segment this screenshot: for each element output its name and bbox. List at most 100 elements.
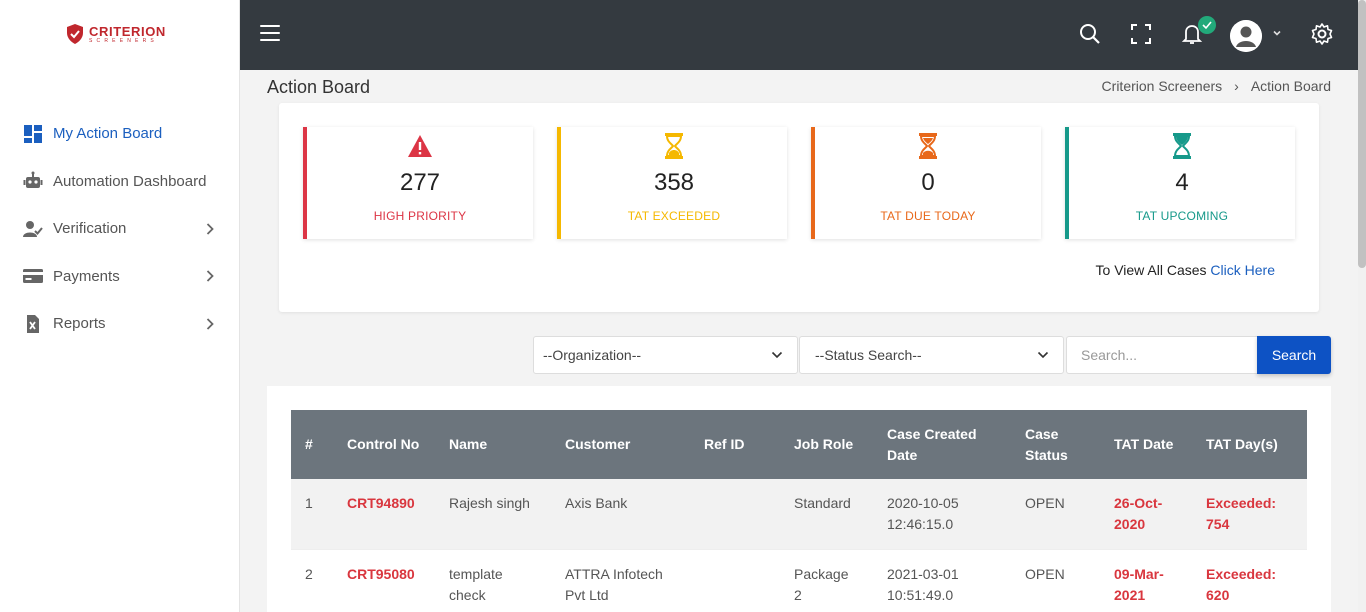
stats-panel: 277 HIGH PRIORITY 358 TAT EXCEEDED 0 TAT…: [279, 103, 1319, 312]
table-header: # Control No Name Customer Ref ID Job Ro…: [291, 410, 1307, 479]
cell-number: 1: [305, 495, 313, 511]
chevron-down-icon: [1037, 351, 1049, 359]
credit-card-icon: [23, 266, 43, 286]
brand-logo[interactable]: CRITERION SCREENERS: [66, 24, 166, 44]
status-select[interactable]: --Status Search--: [799, 336, 1064, 374]
excel-file-icon: [23, 314, 43, 334]
sidebar-item-label: Reports: [53, 315, 106, 333]
organization-select-value: --Organization--: [543, 347, 642, 363]
sidebar: CRITERION SCREENERS My Action Board Auto…: [0, 0, 240, 612]
avatar[interactable]: [1230, 20, 1262, 52]
cell-job-role: Package 2: [794, 565, 849, 603]
brand-tagline: SCREENERS: [89, 37, 158, 44]
stat-label: TAT UPCOMING: [1135, 209, 1229, 223]
stat-label: HIGH PRIORITY: [373, 209, 467, 223]
sidebar-item-label: My Action Board: [53, 125, 163, 143]
table-row[interactable]: 2 CRT95080 template check ATTRA Infotech…: [291, 549, 1307, 612]
column-header-control-no[interactable]: Control No: [333, 410, 435, 479]
shield-icon: [67, 24, 83, 44]
scrollbar[interactable]: [1358, 0, 1366, 612]
column-header-customer[interactable]: Customer: [551, 410, 690, 479]
user-check-icon: [23, 219, 43, 239]
breadcrumb: Criterion Screeners › Action Board: [1102, 78, 1331, 94]
breadcrumb-separator: ›: [1234, 78, 1239, 94]
breadcrumb-current: Action Board: [1250, 78, 1331, 94]
breadcrumb-parent[interactable]: Criterion Screeners: [1102, 78, 1223, 94]
stat-value: 0: [921, 169, 935, 196]
organization-select[interactable]: --Organization--: [533, 336, 798, 374]
sidebar-item-reports[interactable]: Reports: [0, 300, 240, 348]
column-header-ref-id[interactable]: Ref ID: [690, 410, 780, 479]
table-row[interactable]: 1 CRT94890 Rajesh singh Axis Bank Standa…: [291, 479, 1307, 549]
dashboard-grid-icon: [23, 124, 43, 144]
sidebar-item-payments[interactable]: Payments: [0, 253, 240, 301]
fullscreen-icon[interactable]: [1129, 22, 1153, 46]
chevron-right-icon: [200, 318, 220, 330]
stat-card-tat-due-today[interactable]: 0 TAT DUE TODAY: [811, 127, 1041, 239]
status-select-value: --Status Search--: [815, 347, 922, 363]
cases-table: # Control No Name Customer Ref ID Job Ro…: [291, 410, 1307, 612]
cell-name: template check: [449, 565, 503, 603]
page-title: Action Board: [267, 77, 371, 97]
cell-control-no[interactable]: CRT95080: [333, 549, 435, 612]
sidebar-item-my-action-board[interactable]: My Action Board: [0, 110, 240, 158]
sidebar-item-automation-dashboard[interactable]: Automation Dashboard: [0, 158, 240, 206]
stat-value: 358: [653, 169, 695, 196]
brand-text: CRITERION SCREENERS: [89, 25, 166, 44]
brand-name: CRITERION: [89, 23, 166, 39]
column-header-case-created-date[interactable]: Case Created Date: [873, 410, 1011, 479]
stat-value: 4: [1175, 169, 1189, 196]
stat-label: TAT DUE TODAY: [880, 209, 976, 223]
table-body: 1 CRT94890 Rajesh singh Axis Bank Standa…: [291, 479, 1307, 612]
column-header-tat-days[interactable]: TAT Day(s): [1192, 410, 1307, 479]
chevron-right-icon: [200, 223, 220, 235]
menu-icon[interactable]: [260, 25, 280, 43]
sidebar-item-label: Payments: [53, 267, 120, 285]
top-navbar: [240, 0, 1358, 70]
stat-card-tat-exceeded[interactable]: 358 TAT EXCEEDED: [557, 127, 787, 239]
search-input[interactable]: [1066, 336, 1257, 374]
column-header-number[interactable]: #: [291, 410, 333, 479]
search-icon[interactable]: [1078, 22, 1102, 46]
hourglass-icon: [1169, 133, 1195, 159]
column-header-job-role[interactable]: Job Role: [780, 410, 873, 479]
cell-name: Rajesh singh: [449, 495, 530, 511]
cell-tat-days: Exceeded: 620: [1206, 565, 1277, 603]
cell-tat-date: 26-Oct-2020: [1114, 495, 1163, 532]
cases-table-card: # Control No Name Customer Ref ID Job Ro…: [267, 386, 1331, 612]
search-button[interactable]: Search: [1257, 336, 1331, 374]
chevron-down-icon[interactable]: [1272, 28, 1282, 38]
chevron-right-icon: [200, 270, 220, 282]
sidebar-nav: My Action Board Automation Dashboard Ver…: [0, 110, 240, 348]
column-header-name[interactable]: Name: [435, 410, 551, 479]
view-all-cases: To View All Cases Click Here: [1096, 262, 1275, 278]
notification-badge: [1198, 16, 1216, 34]
stat-card-tat-upcoming[interactable]: 4 TAT UPCOMING: [1065, 127, 1295, 239]
column-header-tat-date[interactable]: TAT Date: [1100, 410, 1192, 479]
scrollbar-thumb[interactable]: [1358, 0, 1366, 268]
cell-status: OPEN: [1025, 495, 1065, 511]
stat-card-high-priority[interactable]: 277 HIGH PRIORITY: [303, 127, 533, 239]
cell-tat-days: Exceeded: 754: [1206, 495, 1277, 532]
cell-number: 2: [305, 565, 313, 582]
column-header-case-status[interactable]: Case Status: [1011, 410, 1100, 479]
view-all-link[interactable]: Click Here: [1210, 262, 1275, 278]
sidebar-item-label: Automation Dashboard: [53, 172, 207, 190]
cell-customer: ATTRA Infotech Pvt Ltd: [565, 565, 663, 603]
cell-created-date: 2021-03-01 10:51:49.0: [887, 565, 959, 603]
stat-label: TAT EXCEEDED: [627, 209, 721, 223]
cell-customer: Axis Bank: [565, 495, 628, 511]
gear-icon[interactable]: [1310, 22, 1334, 46]
stat-value: 277: [399, 169, 441, 196]
check-icon: [1202, 21, 1212, 30]
hourglass-icon: [915, 133, 941, 159]
cell-ref-id: [690, 549, 780, 612]
cell-tat-date: 09-Mar-2021: [1114, 565, 1164, 603]
sidebar-item-label: Verification: [53, 220, 127, 238]
view-all-text: To View All Cases: [1095, 262, 1207, 278]
chevron-down-icon: [771, 351, 783, 359]
cell-control-no[interactable]: CRT94890: [333, 479, 435, 549]
user-icon: [1230, 20, 1262, 52]
sidebar-item-verification[interactable]: Verification: [0, 205, 240, 253]
robot-icon: [23, 171, 43, 191]
